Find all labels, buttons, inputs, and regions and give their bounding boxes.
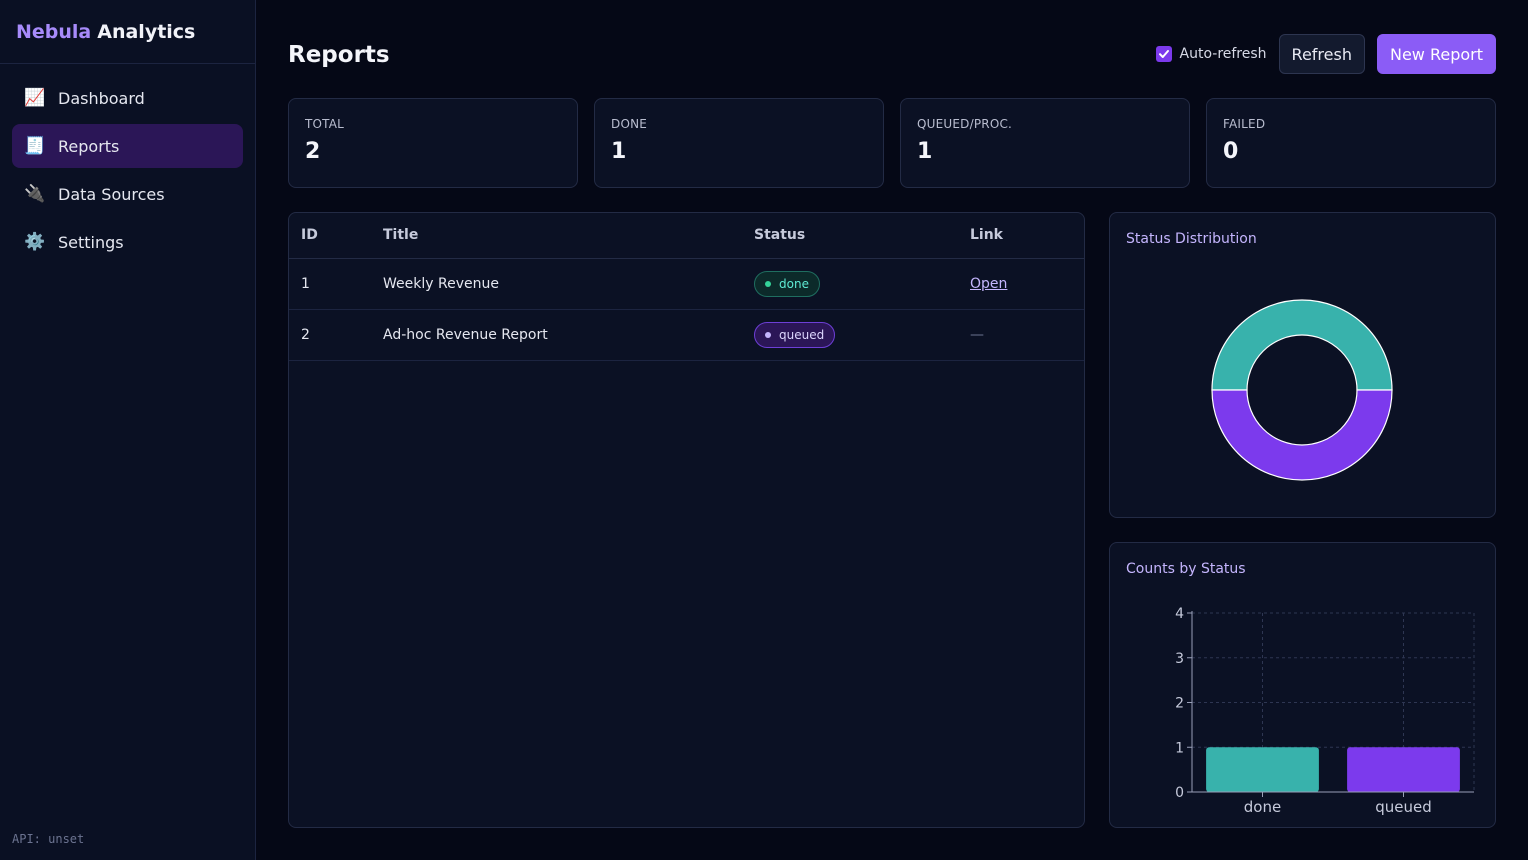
cell-link: — — [958, 309, 1084, 361]
plug-icon: 🔌 — [24, 184, 46, 204]
stat-card-done: DONE 1 — [594, 98, 884, 188]
column-header-link[interactable]: Link — [958, 213, 1084, 259]
donut-slice-queued[interactable] — [1211, 389, 1393, 481]
reports-table-card: ID Title Status Link 1 Weekly Revenue do… — [288, 212, 1085, 828]
auto-refresh-toggle[interactable]: Auto-refresh — [1155, 46, 1267, 62]
column-header-title[interactable]: Title — [371, 213, 742, 259]
table-row[interactable]: 1 Weekly Revenue done Open — [289, 258, 1084, 310]
y-tick-label: 2 — [1175, 696, 1184, 712]
app-window: Nebula Analytics 📈 Dashboard 🧾 Reports 🔌… — [0, 0, 1528, 860]
cell-link: Open — [958, 258, 1084, 310]
cell-title: Ad-hoc Revenue Report — [371, 309, 742, 361]
sidebar-item-dashboard[interactable]: 📈 Dashboard — [12, 76, 243, 120]
status-distribution-card: Status Distribution — [1109, 212, 1496, 518]
cell-status: done — [742, 258, 958, 310]
cell-title: Weekly Revenue — [371, 258, 742, 310]
stat-label: QUEUED/PROC. — [917, 117, 1013, 131]
stat-card-total: TOTAL 2 — [288, 98, 578, 188]
status-badge: done — [754, 270, 820, 297]
header-actions: Auto-refresh Refresh New Report — [1155, 34, 1496, 74]
stat-card-failed: FAILED 0 — [1206, 98, 1496, 188]
no-link-placeholder: — — [970, 326, 984, 343]
page-header: Reports Auto-refresh Refresh New Report — [288, 32, 1496, 76]
charts-column: Status Distribution Counts by Status 0 1 2… — [1109, 212, 1496, 828]
status-dot-icon — [765, 280, 771, 287]
y-tick-label: 0 — [1175, 785, 1184, 801]
sidebar-item-data-sources[interactable]: 🔌 Data Sources — [12, 172, 243, 216]
stat-value: 1 — [611, 139, 627, 164]
sidebar-item-label: Data Sources — [58, 184, 165, 204]
brand-logo: Nebula Analytics — [0, 0, 255, 64]
sidebar: Nebula Analytics 📈 Dashboard 🧾 Reports 🔌… — [0, 0, 256, 860]
brand-name-part2: Analytics — [97, 20, 196, 43]
column-header-status[interactable]: Status — [742, 213, 958, 259]
auto-refresh-checkbox[interactable] — [1155, 46, 1172, 62]
cell-status: queued — [742, 309, 958, 361]
stat-label: DONE — [611, 117, 648, 131]
bar-done[interactable] — [1206, 747, 1319, 792]
sidebar-item-label: Settings — [58, 232, 124, 252]
content-area: ID Title Status Link 1 Weekly Revenue do… — [288, 212, 1496, 828]
status-badge-label: done — [779, 276, 809, 291]
x-tick-label: queued — [1375, 798, 1432, 816]
chart-increasing-icon: 📈 — [24, 88, 46, 108]
sidebar-item-settings[interactable]: ⚙️ Settings — [12, 220, 243, 264]
table-header-row: ID Title Status Link — [289, 213, 1084, 259]
counts-by-status-chart: 0 1 2 3 4 done queued — [1175, 606, 1475, 816]
status-badge-label: queued — [779, 327, 825, 342]
auto-refresh-label: Auto-refresh — [1179, 46, 1267, 62]
y-tick-label: 4 — [1175, 606, 1184, 622]
y-tick-label: 1 — [1175, 740, 1184, 756]
status-distribution-chart — [1211, 299, 1393, 481]
receipt-icon: 🧾 — [24, 136, 46, 156]
new-report-button[interactable]: New Report — [1376, 34, 1496, 74]
chart-title: Status Distribution — [1126, 231, 1257, 247]
y-tick-label: 3 — [1175, 651, 1184, 667]
stats-row: TOTAL 2 DONE 1 QUEUED/PROC. 1 FAILED 0 — [288, 98, 1496, 188]
chart-title: Counts by Status — [1126, 561, 1246, 577]
stat-value: 0 — [1223, 139, 1239, 164]
sidebar-item-label: Reports — [58, 136, 120, 156]
cell-id: 2 — [289, 309, 371, 361]
bar-queued[interactable] — [1347, 747, 1460, 792]
stat-value: 2 — [305, 139, 321, 164]
column-header-id[interactable]: ID — [289, 213, 371, 259]
refresh-button[interactable]: Refresh — [1278, 34, 1365, 74]
api-status: API: unset — [12, 832, 85, 846]
brand-name-part1: Nebula — [16, 20, 92, 43]
stat-value: 1 — [917, 139, 933, 164]
check-icon — [1158, 50, 1169, 58]
main-content: Reports Auto-refresh Refresh New Report … — [256, 0, 1528, 860]
page-title: Reports — [288, 42, 390, 68]
reports-table: ID Title Status Link 1 Weekly Revenue do… — [289, 213, 1084, 361]
status-badge: queued — [754, 321, 836, 348]
sidebar-nav: 📈 Dashboard 🧾 Reports 🔌 Data Sources ⚙️ … — [0, 64, 255, 280]
sidebar-item-reports[interactable]: 🧾 Reports — [12, 124, 243, 168]
stat-label: FAILED — [1223, 117, 1266, 131]
table-row[interactable]: 2 Ad-hoc Revenue Report queued — — [289, 309, 1084, 361]
gear-icon: ⚙️ — [24, 232, 46, 252]
donut-slice-done[interactable] — [1211, 299, 1393, 391]
stat-card-queued: QUEUED/PROC. 1 — [900, 98, 1190, 188]
open-report-link[interactable]: Open — [970, 276, 1007, 292]
status-dot-icon — [765, 331, 771, 338]
stat-label: TOTAL — [305, 117, 345, 131]
cell-id: 1 — [289, 258, 371, 310]
counts-by-status-card: Counts by Status 0 1 2 3 4 done queued — [1109, 542, 1496, 828]
sidebar-item-label: Dashboard — [58, 88, 145, 108]
x-tick-label: done — [1244, 798, 1281, 816]
